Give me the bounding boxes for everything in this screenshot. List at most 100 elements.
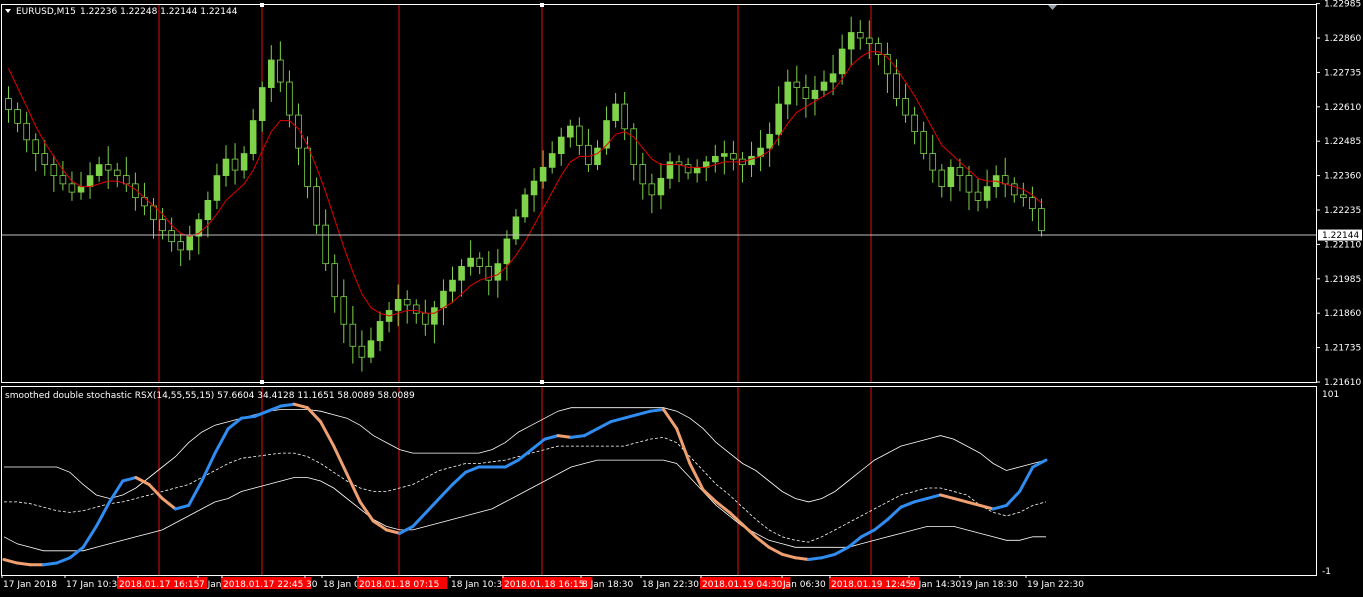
- candle-body: [1001, 175, 1009, 185]
- time-tick-label: 7 Jan: [199, 580, 221, 590]
- symbol-header: EURUSD,M15 1.22236 1.22248 1.22144 1.221…: [5, 7, 238, 17]
- candle-body: [793, 81, 801, 88]
- time-tick-label: 18 Jan 22:30: [642, 580, 699, 590]
- candle-body: [784, 81, 792, 105]
- candle-body: [422, 312, 429, 325]
- candle-body: [639, 164, 647, 185]
- candle-body: [240, 153, 248, 171]
- candle-body: [576, 125, 583, 146]
- ohlc-readout: 1.22236 1.22248 1.22144 1.22144: [80, 7, 238, 17]
- rsx-segment: [239, 414, 257, 420]
- time-tick-label: 8 Jan 18:30: [582, 580, 634, 590]
- candle-body: [449, 279, 456, 292]
- candle-body: [59, 175, 67, 185]
- time-tick-label: 19 Jan 22:30: [1027, 580, 1084, 590]
- candle-body: [349, 323, 357, 347]
- candle-body: [41, 153, 49, 166]
- candle-body: [766, 133, 773, 149]
- price-tick-label: 1.22235: [1324, 206, 1361, 216]
- line-handle[interactable]: [260, 380, 264, 384]
- candle-body: [277, 59, 284, 83]
- candle-body: [585, 144, 592, 166]
- time-tick-label: 17 Jan 10:30: [66, 580, 123, 590]
- candle-body: [721, 153, 728, 157]
- candle-body: [965, 175, 973, 193]
- candle-body: [630, 128, 638, 166]
- candle-body: [594, 147, 601, 166]
- candle-body: [186, 235, 194, 251]
- candle-body: [222, 158, 230, 177]
- candle-body: [503, 238, 511, 265]
- time-tick-label: 18 Jan 10:30: [451, 580, 508, 590]
- candle-body: [304, 147, 311, 188]
- candle-body: [403, 299, 411, 306]
- rsx-segment: [648, 407, 665, 413]
- price-tick-label: 1.21610: [1324, 378, 1361, 388]
- price-tick-label: 1.21985: [1324, 275, 1361, 285]
- rsx-segment: [793, 556, 811, 562]
- candle-body: [50, 164, 58, 177]
- candle-body: [802, 87, 810, 99]
- candle-body: [929, 153, 937, 171]
- price-tick-label: 1.22735: [1324, 68, 1361, 78]
- candle-body: [893, 73, 900, 99]
- candle-body: [322, 224, 329, 265]
- candle-body: [68, 183, 76, 193]
- candle-body: [612, 103, 619, 121]
- price-tick-label: 1.22110: [1324, 240, 1361, 250]
- candle-body: [340, 296, 348, 325]
- time-tick-label: 2018.01.19 04:30: [702, 580, 783, 590]
- candle-body: [376, 321, 384, 342]
- current-price-label: 1.22144: [1322, 231, 1359, 241]
- candle-body: [621, 103, 628, 130]
- candle-body: [974, 191, 982, 201]
- rsx-segment: [807, 556, 824, 562]
- time-tick-label: 18 Jan 0: [323, 580, 360, 590]
- price-tick-label: 1.22360: [1324, 172, 1361, 182]
- candle-body: [947, 166, 955, 188]
- candle-body: [557, 136, 565, 154]
- candle-body: [820, 81, 828, 91]
- candle-body: [730, 153, 737, 160]
- time-tick-label: 19 Jan 18:30: [961, 580, 1018, 590]
- candle-body: [847, 32, 855, 50]
- line-handle[interactable]: [260, 3, 264, 7]
- price-tick-label: 1.22985: [1324, 0, 1361, 10]
- candle-body: [512, 216, 520, 240]
- indicator-axis-min: -1: [1322, 567, 1331, 577]
- candle-body: [431, 307, 438, 325]
- time-tick-label: 17 Jan 2018: [3, 580, 57, 590]
- time-tick-label: 2018.01.17 22:45: [223, 580, 303, 590]
- candle-body: [856, 32, 864, 39]
- symbol-title: EURUSD,M15: [16, 7, 76, 17]
- candle-body: [331, 263, 339, 298]
- indicator-title: smoothed double stochastic RSX(14,55,55,…: [5, 391, 415, 401]
- candle-body: [1020, 194, 1027, 199]
- time-tick-label: 30: [306, 580, 318, 590]
- price-tick-label: 1.21735: [1324, 344, 1361, 354]
- chart-window: EURUSD,M15 1.22236 1.22248 1.22144 1.221…: [0, 0, 1363, 597]
- candle-body: [838, 48, 846, 75]
- candle-body: [358, 345, 366, 358]
- line-handle[interactable]: [540, 3, 544, 7]
- candle-body: [1038, 208, 1045, 232]
- candle-body: [95, 164, 103, 177]
- candle-body: [711, 155, 719, 163]
- candle-body: [983, 186, 991, 201]
- candle-body: [476, 257, 483, 267]
- time-tick-label: 2018.01.19 12:45: [831, 580, 911, 590]
- line-handle[interactable]: [540, 380, 544, 384]
- current-price-tag: 1.22144: [1318, 229, 1362, 241]
- time-tick-label: 2018.01.18 07:15: [359, 580, 439, 590]
- time-tick-label: 9 Jan 14:30: [910, 580, 962, 590]
- candle-body: [748, 155, 755, 166]
- candle-body: [267, 59, 275, 88]
- rsx-segment: [556, 434, 573, 439]
- candle-body: [956, 166, 964, 177]
- candle-body: [313, 186, 320, 226]
- price-tick-label: 1.21860: [1324, 309, 1361, 319]
- candle-body: [168, 230, 175, 243]
- candle-body: [911, 114, 918, 132]
- price-tick-label: 1.22610: [1324, 103, 1361, 113]
- price-tick-label: 1.22860: [1324, 34, 1361, 44]
